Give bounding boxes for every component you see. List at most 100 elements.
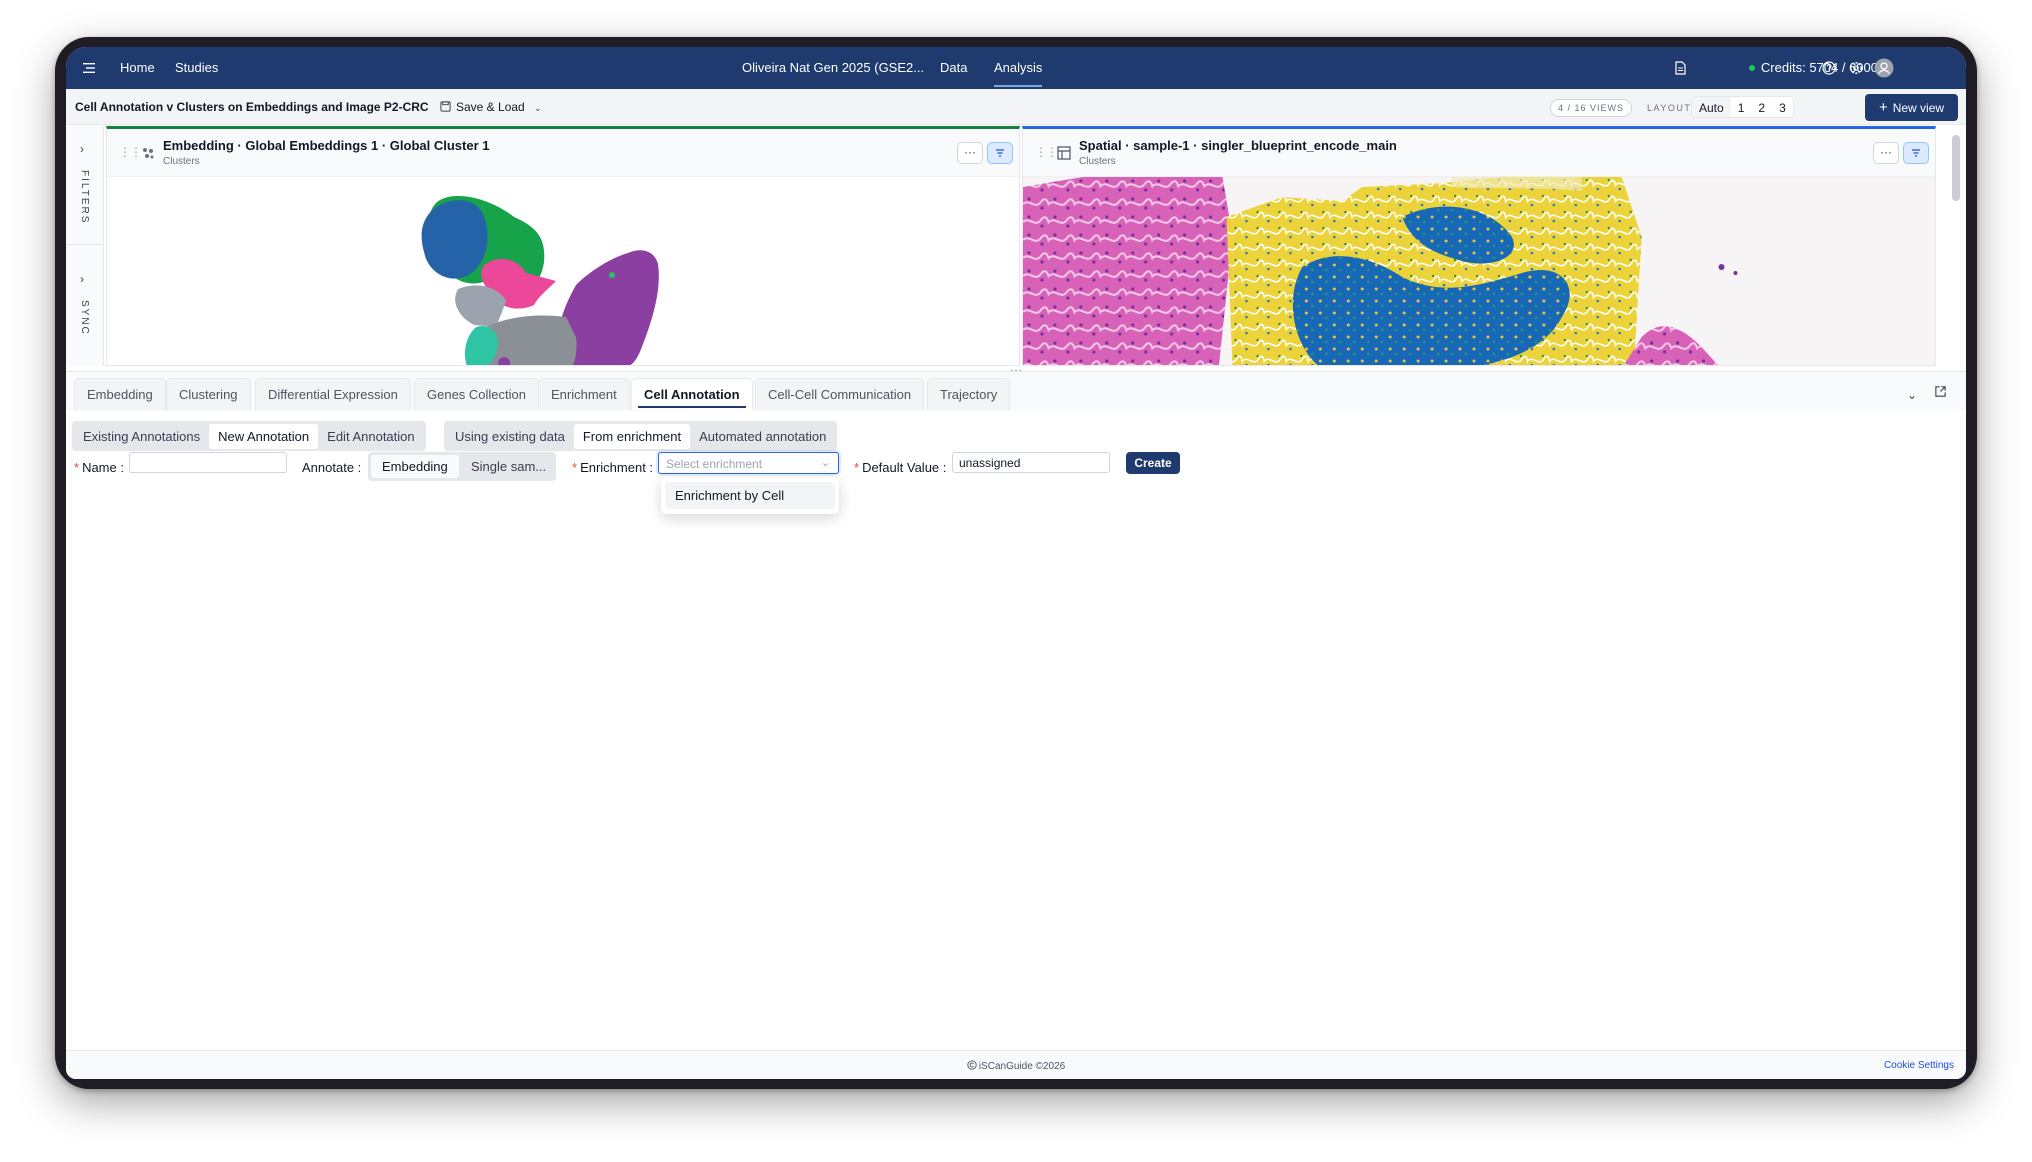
help-icon[interactable] — [1821, 60, 1837, 76]
tab-enrichment[interactable]: Enrichment — [538, 378, 630, 410]
filter-icon — [996, 149, 1004, 157]
annotate-option-single-sample[interactable]: Single sam... — [460, 455, 557, 478]
save-load-button[interactable]: Save & Load ⌄ — [440, 100, 542, 114]
embedding-plot[interactable] — [107, 177, 1019, 366]
panel-title: Embedding · Global Embeddings 1 · Global… — [163, 138, 490, 153]
user-avatar-icon[interactable] — [1874, 58, 1894, 78]
panel-filter-button[interactable] — [1903, 142, 1929, 164]
annotate-label-text: Annotate — [302, 460, 355, 475]
new-view-button[interactable]: + New view — [1865, 94, 1958, 121]
drag-handle-icon[interactable]: ⋮⋮ — [119, 145, 142, 159]
nav-home[interactable]: Home — [120, 60, 155, 75]
tab-automated-annotation[interactable]: Automated annotation — [690, 424, 835, 449]
enrichment-dropdown: Enrichment by Cell — [661, 478, 839, 514]
create-button[interactable]: Create — [1126, 452, 1180, 474]
collapse-chevron-icon[interactable]: ⌄ — [1907, 388, 1917, 402]
enrichment-label-text: Enrichment — [580, 460, 646, 475]
nav-study-name[interactable]: Oliveira Nat Gen 2025 (GSE2... — [742, 60, 924, 75]
document-icon[interactable] — [1672, 60, 1688, 76]
tab-differential-expression[interactable]: Differential Expression — [255, 378, 411, 410]
tab-cell-annotation[interactable]: Cell Annotation — [631, 378, 753, 410]
tab-cell-cell-communication[interactable]: Cell-Cell Communication — [755, 378, 925, 410]
gear-icon[interactable] — [1848, 60, 1864, 76]
workspace-scrollbar[interactable] — [1952, 135, 1960, 201]
tab-embedding[interactable]: Embedding — [74, 378, 166, 410]
save-icon — [440, 101, 451, 112]
required-marker: * — [572, 460, 578, 475]
panel-more-button[interactable]: ··· — [1873, 142, 1899, 164]
panel-header: ⋮⋮ Spatial · sample-1 · singler_blueprin… — [1023, 129, 1935, 177]
chevron-down-icon: ⌄ — [820, 457, 830, 469]
expand-filters-icon[interactable]: › — [80, 142, 84, 156]
new-view-label: New view — [1892, 101, 1945, 115]
plus-icon: + — [1878, 99, 1888, 116]
layout-option-1[interactable]: 1 — [1731, 97, 1752, 117]
tab-cell-annotation-label: Cell Annotation — [644, 387, 740, 402]
panel-subtitle: Clusters — [163, 156, 200, 167]
analysis-header: Cell Annotation v Clusters on Embeddings… — [66, 89, 1966, 125]
layout-option-3[interactable]: 3 — [1772, 97, 1793, 117]
tab-edit-annotation[interactable]: Edit Annotation — [318, 424, 423, 449]
views-count-badge: 4 / 16 VIEWS — [1550, 99, 1633, 117]
copyright-label: iSCanGuide ©2026 — [978, 1061, 1066, 1072]
cookie-settings-link[interactable]: Cookie Settings — [1884, 1060, 1954, 1071]
tab-existing-annotations[interactable]: Existing Annotations — [74, 424, 209, 449]
embedding-panel: ⋮⋮ Embedding · Global Embeddings 1 · Glo… — [106, 126, 1020, 366]
credits-status-dot — [1748, 65, 1755, 71]
analysis-tabs: Embedding Clustering Differential Expres… — [66, 371, 1966, 411]
name-label: * Name : — [74, 460, 124, 475]
tab-clustering[interactable]: Clustering — [166, 378, 251, 410]
enrichment-select[interactable]: Select enrichment ⌄ — [658, 452, 839, 474]
footer: iSCanGuide ©2026 Cookie Settings — [66, 1050, 1966, 1079]
filter-icon — [1912, 149, 1920, 157]
panel-header: ⋮⋮ Embedding · Global Embeddings 1 · Glo… — [107, 129, 1019, 177]
panel-filter-button[interactable] — [987, 142, 1013, 164]
copyright-logo-icon — [967, 1060, 977, 1070]
nav-studies[interactable]: Studies — [175, 60, 218, 75]
menu-icon[interactable] — [81, 60, 97, 76]
name-input[interactable] — [129, 452, 287, 473]
panel-more-button[interactable]: ··· — [957, 142, 983, 164]
enrichment-placeholder: Select enrichment — [666, 457, 763, 471]
app-window: Home Studies Oliveira Nat Gen 2025 (GSE2… — [66, 47, 1966, 1079]
chevron-down-icon: ⌄ — [534, 103, 542, 113]
pop-out-icon[interactable] — [1934, 385, 1947, 398]
drag-handle-icon[interactable]: ⋮⋮ — [1035, 145, 1058, 159]
scatter-plot-icon — [143, 148, 154, 159]
tab-from-enrichment[interactable]: From enrichment — [573, 423, 691, 449]
tab-using-existing-data[interactable]: Using existing data — [446, 424, 574, 449]
expand-sync-icon[interactable]: › — [80, 272, 84, 286]
tab-new-annotation[interactable]: New Annotation — [209, 423, 319, 449]
nav-data[interactable]: Data — [940, 60, 967, 75]
default-value-label: * Default Value : — [854, 460, 947, 475]
layout-selector: Auto 1 2 3 — [1691, 96, 1794, 118]
annotate-option-embedding[interactable]: Embedding — [371, 455, 459, 478]
required-marker: * — [854, 460, 860, 475]
tab-genes-collection[interactable]: Genes Collection — [414, 378, 539, 410]
default-value-input[interactable] — [952, 452, 1110, 473]
default-value-label-text: Default Value — [862, 460, 940, 475]
layout-option-auto[interactable]: Auto — [1692, 97, 1731, 117]
annotation-mode-tabs: Existing Annotations New Annotation Edit… — [72, 421, 426, 451]
annotate-label: Annotate : — [302, 460, 362, 475]
spatial-panel: ⋮⋮ Spatial · sample-1 · singler_blueprin… — [1022, 126, 1936, 366]
top-nav: Home Studies Oliveira Nat Gen 2025 (GSE2… — [66, 47, 1966, 89]
nav-analysis[interactable]: Analysis — [994, 60, 1043, 87]
filters-toggle[interactable]: FILTERS — [79, 170, 90, 224]
side-toolbar: › FILTERS › SYNC — [66, 126, 104, 366]
panel-title: Spatial · sample-1 · singler_blueprint_e… — [1079, 138, 1397, 153]
tab-trajectory[interactable]: Trajectory — [927, 378, 1011, 410]
side-divider — [66, 244, 104, 245]
sync-toggle[interactable]: SYNC — [79, 300, 90, 336]
copyright-text: iSCanGuide ©2026 — [66, 1060, 1966, 1072]
dropdown-option-enrichment-by-cell[interactable]: Enrichment by Cell — [665, 482, 835, 509]
save-load-label: Save & Load — [456, 100, 525, 114]
name-label-text: Name — [82, 460, 117, 475]
enrichment-label: * Enrichment : — [572, 460, 654, 475]
layout-option-2[interactable]: 2 — [1751, 97, 1772, 117]
active-tab-indicator — [638, 406, 746, 408]
layout-label: LAYOUT — [1647, 103, 1692, 113]
spatial-image[interactable] — [1023, 177, 1935, 366]
layout-grid-icon — [1057, 146, 1071, 160]
annotate-selector: Embedding Single sam... — [368, 452, 556, 481]
